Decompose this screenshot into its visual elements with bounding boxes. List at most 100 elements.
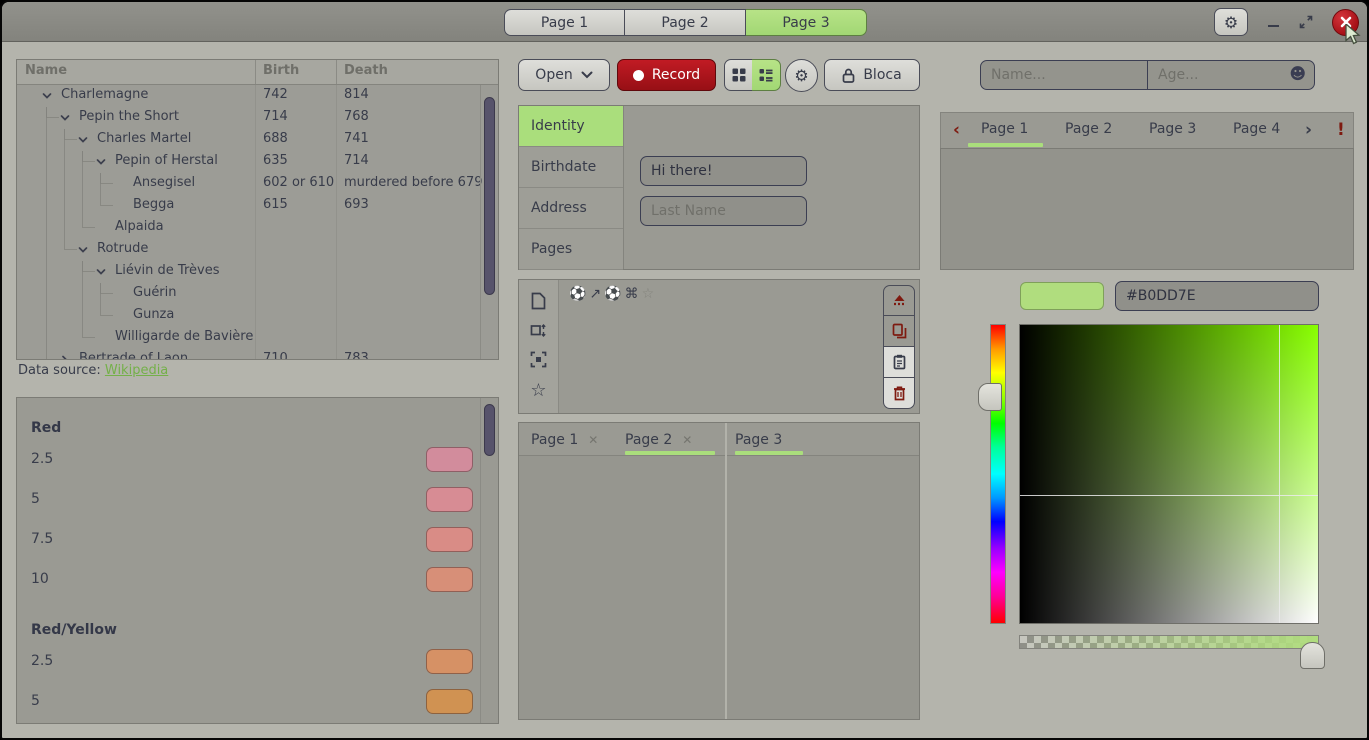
hex-color-input[interactable]: #B0DD7E: [1115, 281, 1319, 311]
tree-scrollbar-thumb[interactable]: [484, 97, 495, 295]
tabs-overflow-indicator[interactable]: !: [1337, 120, 1345, 140]
age-input[interactable]: Age... ☻: [1147, 61, 1314, 89]
table-row[interactable]: Bertrade of Laon710783: [17, 349, 480, 360]
alpha-slider-handle[interactable]: [1300, 642, 1325, 669]
maximize-button[interactable]: [1298, 14, 1314, 30]
notebook-tab-page-3[interactable]: Page 3: [1149, 121, 1196, 137]
scale-list-item[interactable]: 10: [17, 560, 481, 600]
table-row[interactable]: Alpaida: [17, 217, 480, 239]
notebook-tab-page-1[interactable]: Page 1: [981, 121, 1028, 137]
scale-list-item[interactable]: 5: [17, 480, 481, 520]
settings-round-button[interactable]: ⚙: [785, 59, 818, 92]
sidebar-item-pages[interactable]: Pages: [519, 229, 623, 270]
tab-close-icon[interactable]: ✕: [588, 433, 598, 447]
star-outline-icon[interactable]: ☆: [530, 380, 546, 401]
scale-list-item[interactable]: 2.5: [17, 642, 481, 682]
titlebar-tab-page-1[interactable]: Page 1: [504, 9, 625, 36]
expander-icon[interactable]: [41, 90, 53, 102]
scale-list-item[interactable]: 7.5: [17, 520, 481, 560]
resize-icon[interactable]: [530, 322, 547, 339]
list-view-toggle[interactable]: [752, 59, 781, 91]
saturation-value-plane[interactable]: [1019, 324, 1319, 624]
table-row[interactable]: Willigarde de Bavière: [17, 327, 480, 349]
open-button[interactable]: Open: [518, 59, 610, 91]
list-scrollbar-thumb[interactable]: [484, 404, 495, 456]
notebook-tab-page-2[interactable]: Page 2: [1065, 121, 1112, 137]
tree-guide-line: [46, 327, 47, 349]
table-row[interactable]: Begga615693: [17, 195, 480, 217]
table-row[interactable]: Liévin de Trèves: [17, 261, 480, 283]
focus-icon[interactable]: [530, 351, 547, 368]
tree-expander[interactable]: [41, 90, 53, 102]
scale-value-label: 7.5: [31, 531, 53, 547]
expander-icon[interactable]: [95, 266, 107, 278]
tabs-next-arrow[interactable]: ›: [1305, 120, 1312, 140]
sidebar-item-address[interactable]: Address: [519, 188, 623, 229]
table-row[interactable]: Charles Martel688741: [17, 129, 480, 151]
tree-scrollbar[interactable]: [480, 85, 498, 359]
table-row[interactable]: Gunza: [17, 305, 480, 327]
first-name-field[interactable]: Hi there!: [640, 156, 807, 186]
scale-list-item[interactable]: 7.5: [17, 722, 481, 724]
right-button-rail: [883, 285, 915, 409]
color-swatch[interactable]: [1020, 282, 1104, 310]
copy-button[interactable]: [883, 316, 915, 347]
tree-expander[interactable]: [77, 134, 89, 146]
expander-icon[interactable]: [77, 244, 89, 256]
gear-icon: ⚙: [1224, 13, 1238, 32]
doc-tab-page-1[interactable]: Page 1✕: [531, 423, 598, 456]
last-name-field[interactable]: Last Name: [640, 196, 807, 226]
lock-button[interactable]: Bloca: [824, 59, 920, 91]
table-row[interactable]: Pepin the Short714768: [17, 107, 480, 129]
table-row[interactable]: Rotrude: [17, 239, 480, 261]
titlebar-tab-page-3[interactable]: Page 3: [746, 9, 867, 36]
table-row[interactable]: Pepin of Herstal635714: [17, 151, 480, 173]
tree-expander[interactable]: [95, 156, 107, 168]
death-value: 714: [344, 153, 369, 168]
record-button[interactable]: Record: [617, 59, 716, 91]
eject-button[interactable]: [883, 285, 915, 316]
tab-close-icon[interactable]: ✕: [682, 433, 692, 447]
wikipedia-link[interactable]: Wikipedia: [105, 363, 168, 378]
hue-slider-handle[interactable]: [978, 383, 1002, 411]
column-header-death[interactable]: Death: [344, 63, 388, 78]
scale-list-item[interactable]: 2.5: [17, 440, 481, 480]
expander-icon[interactable]: [59, 112, 71, 124]
table-row[interactable]: Ansegisel602 or 610murdered before 679: [17, 173, 480, 195]
scale-section-title: Red: [17, 398, 481, 440]
expander-icon[interactable]: [59, 354, 71, 360]
scale-list-item[interactable]: 5: [17, 682, 481, 722]
sidebar-item-birthdate[interactable]: Birthdate: [519, 147, 623, 188]
pane-divider[interactable]: [725, 423, 727, 719]
table-header[interactable]: Name Birth Death: [17, 60, 498, 85]
notebook-tab-page-4[interactable]: Page 4: [1233, 121, 1280, 137]
titlebar-tab-page-2[interactable]: Page 2: [625, 9, 746, 36]
scale-color-swatch: [426, 649, 473, 674]
hue-slider[interactable]: [990, 324, 1006, 624]
column-header-name[interactable]: Name: [25, 63, 67, 78]
tree-expander[interactable]: [59, 112, 71, 124]
expander-icon[interactable]: [95, 156, 107, 168]
list-scrollbar[interactable]: [480, 398, 498, 723]
new-document-icon[interactable]: [531, 292, 546, 310]
table-row[interactable]: Charlemagne742814: [17, 85, 480, 107]
tree-expander[interactable]: [77, 244, 89, 256]
emoji-icon[interactable]: ☻: [1289, 64, 1306, 83]
column-header-birth[interactable]: Birth: [263, 63, 299, 78]
paste-button[interactable]: [883, 347, 915, 378]
delete-button[interactable]: [883, 378, 915, 409]
tree-expander[interactable]: [59, 354, 71, 360]
minimize-button[interactable]: [1266, 15, 1280, 29]
grid-view-toggle[interactable]: [724, 59, 753, 91]
table-row[interactable]: Guérin: [17, 283, 480, 305]
sidebar-item-identity[interactable]: Identity: [519, 106, 623, 147]
settings-button[interactable]: ⚙: [1214, 8, 1248, 36]
sv-cursor-hline: [1020, 495, 1318, 496]
tabs-prev-arrow[interactable]: ‹: [953, 120, 960, 140]
alpha-slider[interactable]: [1019, 635, 1319, 649]
tree-expander[interactable]: [95, 266, 107, 278]
person-name: Begga: [133, 197, 174, 212]
name-input[interactable]: Name...: [981, 61, 1147, 89]
paste-icon: [893, 354, 906, 370]
expander-icon[interactable]: [77, 134, 89, 146]
